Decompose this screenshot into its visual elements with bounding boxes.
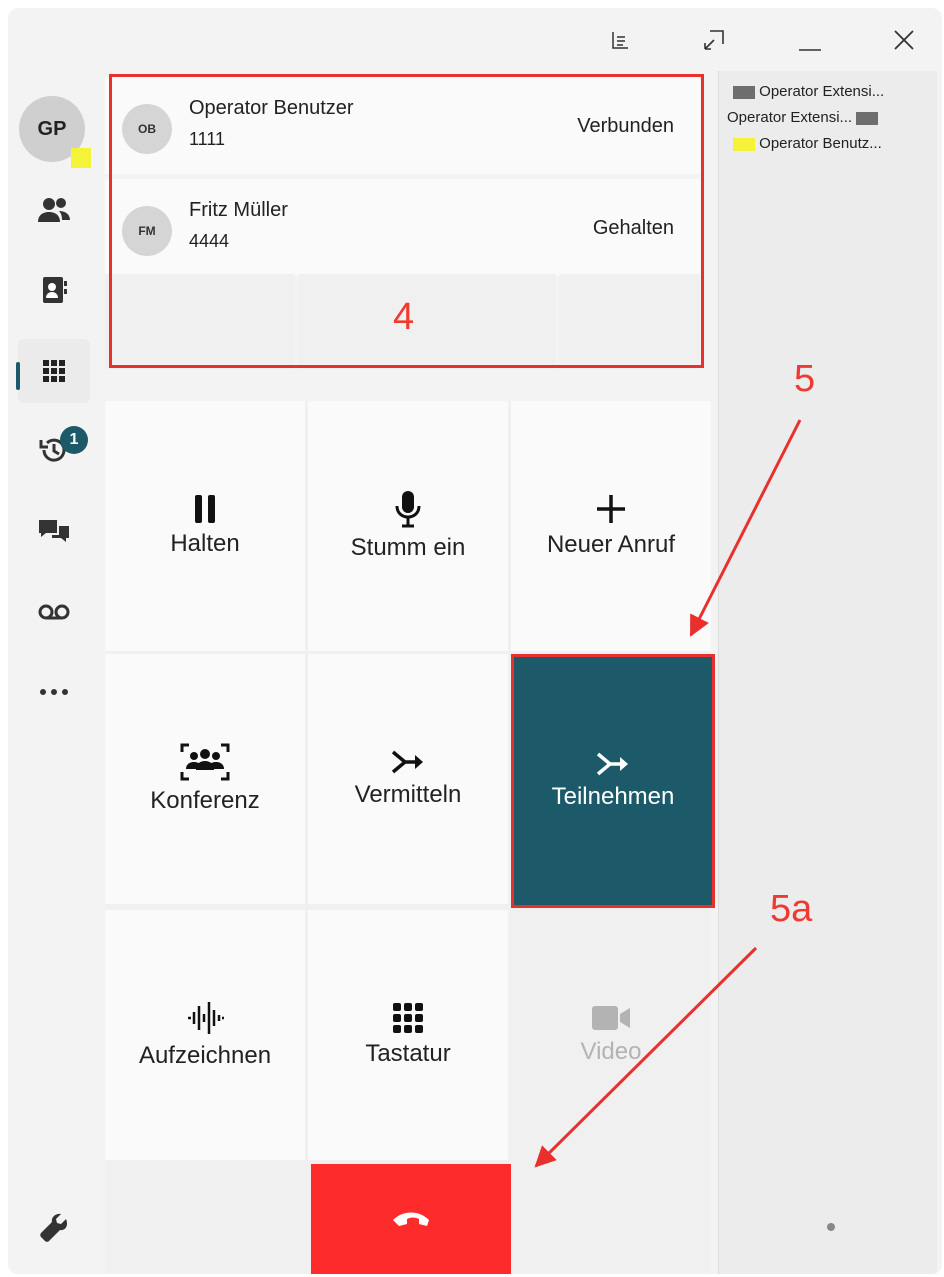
sidebar-item-more[interactable] [18, 660, 90, 724]
pause-icon [195, 495, 215, 523]
mute-label: Stumm ein [350, 534, 466, 561]
join-icon [596, 752, 628, 776]
sidebar-item-phonebook[interactable] [18, 258, 90, 322]
keypad-icon [393, 1003, 423, 1033]
presence-indicator [71, 148, 91, 168]
dialpad-icon [43, 360, 65, 382]
transfer-label: Vermitteln [354, 781, 462, 808]
active-indicator [16, 362, 20, 390]
hangup-button[interactable] [311, 1164, 511, 1274]
conference-icon [180, 743, 230, 781]
color-swatch [733, 137, 755, 151]
video-camera-icon [592, 1006, 630, 1030]
microphone-icon [395, 491, 421, 528]
video-button[interactable]: Video [511, 910, 711, 1160]
voicemail-icon [38, 604, 70, 620]
more-icon [40, 689, 68, 695]
keypad-button[interactable]: Tastatur [308, 910, 508, 1160]
extension-label: Operator Extensi... [727, 109, 853, 126]
extension-label: Operator Extensi... [759, 83, 885, 100]
minimize-icon[interactable] [792, 22, 828, 58]
history-badge: 1 [60, 426, 88, 454]
conference-label: Konferenz [150, 787, 260, 814]
list-icon[interactable] [602, 22, 638, 58]
restore-icon[interactable] [696, 22, 732, 58]
join-label: Teilnehmen [551, 783, 675, 810]
chat-icon [39, 520, 69, 542]
close-icon[interactable] [886, 22, 922, 58]
transfer-button[interactable]: Vermitteln [308, 654, 508, 904]
join-button[interactable]: Teilnehmen [511, 654, 715, 908]
record-button[interactable]: Aufzeichnen [105, 910, 305, 1160]
hangup-icon [393, 1212, 429, 1226]
video-label: Video [580, 1038, 642, 1065]
extension-item[interactable]: Operator Benutz... [733, 135, 882, 152]
address-book-icon [43, 277, 67, 303]
app-window: GP 1 OB Operator Benutzer 1111 Verbunden… [8, 8, 942, 1274]
sidebar-item-chat[interactable] [18, 500, 90, 564]
sidebar-item-contacts[interactable] [18, 178, 90, 242]
right-panel: Operator Extensi... Operator Extensi... … [718, 71, 937, 1274]
color-swatch [733, 85, 755, 99]
new-call-button[interactable]: Neuer Anruf [511, 401, 711, 651]
avatar-initials: GP [37, 117, 67, 140]
plus-icon [597, 495, 625, 523]
wrench-icon [40, 1213, 68, 1242]
people-icon [38, 198, 70, 222]
record-icon [188, 1002, 224, 1034]
sidebar-item-settings[interactable] [18, 1196, 90, 1260]
conference-button[interactable]: Konferenz [105, 654, 305, 904]
keypad-label: Tastatur [365, 1040, 451, 1067]
title-bar [8, 8, 942, 68]
callout-label-5a: 5a [770, 888, 813, 930]
record-label: Aufzeichnen [138, 1042, 272, 1069]
sidebar-item-dialpad[interactable] [18, 339, 90, 403]
mute-button[interactable]: Stumm ein [308, 401, 508, 651]
callout-label-4: 4 [393, 296, 415, 338]
page-dot[interactable] [827, 1223, 835, 1231]
hold-label: Halten [170, 530, 240, 557]
color-swatch [856, 111, 879, 125]
extension-label: Operator Benutz... [759, 135, 882, 152]
sidebar-item-voicemail[interactable] [18, 580, 90, 644]
extension-item[interactable]: Operator Extensi... [733, 83, 884, 100]
hold-button[interactable]: Halten [105, 401, 305, 651]
transfer-icon [391, 750, 423, 774]
new-call-label: Neuer Anruf [546, 531, 676, 558]
extension-item[interactable]: Operator Extensi... [727, 109, 879, 126]
callout-label-5: 5 [794, 358, 816, 400]
